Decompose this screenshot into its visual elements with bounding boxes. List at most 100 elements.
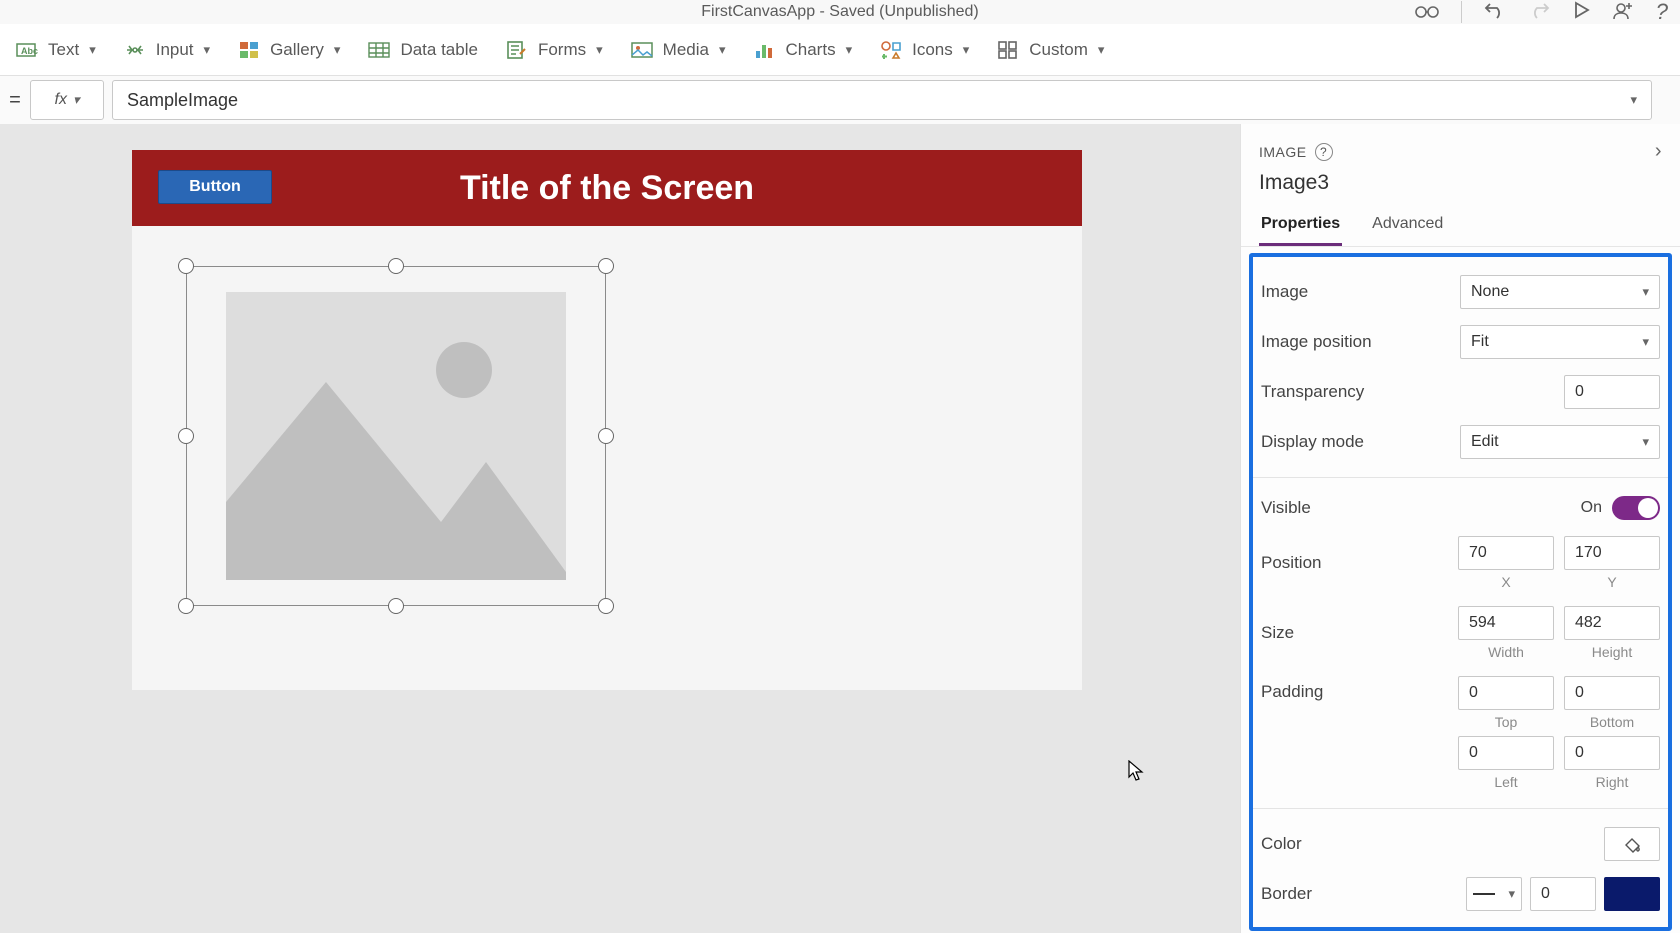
ribbon-custom[interactable]: Custom▾ (997, 40, 1104, 60)
formula-equals: = (0, 89, 30, 112)
control-name: Image3 (1241, 163, 1680, 207)
help-icon[interactable]: ? (1656, 0, 1668, 25)
prop-position-label: Position (1261, 553, 1458, 573)
ribbon-charts[interactable]: Charts▾ (754, 40, 853, 60)
chevron-down-icon: ▾ (963, 42, 970, 58)
ribbon-text[interactable]: Abc Text▾ (16, 40, 96, 60)
prop-image-position-label: Image position (1261, 332, 1460, 352)
resize-handle[interactable] (598, 428, 614, 444)
prop-position-y-input[interactable]: 170 (1564, 536, 1660, 570)
chevron-down-icon: ▾ (1642, 434, 1649, 450)
prop-visible-state: On (1581, 499, 1602, 517)
selected-image[interactable] (186, 266, 606, 606)
ribbon-gallery[interactable]: Gallery▾ (238, 40, 340, 60)
formula-input[interactable]: SampleImage ▾ (112, 80, 1652, 120)
tab-properties[interactable]: Properties (1259, 207, 1342, 246)
gallery-icon (238, 40, 260, 60)
charts-icon (754, 40, 776, 60)
prop-display-mode-label: Display mode (1261, 432, 1460, 452)
chevron-down-icon: ▾ (73, 92, 80, 108)
glasses-icon[interactable] (1415, 1, 1439, 24)
canvas-header: Button Title of the Screen (132, 150, 1082, 226)
resize-handle[interactable] (178, 598, 194, 614)
ribbon-datatable[interactable]: Data table (368, 40, 478, 60)
ribbon-media[interactable]: Media▾ (631, 40, 726, 60)
prop-transparency-label: Transparency (1261, 382, 1564, 402)
resize-handle[interactable] (598, 598, 614, 614)
titlebar-actions: ? (1415, 0, 1668, 24)
ribbon-forms[interactable]: Forms▾ (506, 40, 603, 60)
properties-list: Image None▾ Image position Fit▾ Transpar… (1249, 253, 1672, 931)
chevron-down-icon: ▾ (204, 42, 211, 58)
chevron-down-icon: ▾ (596, 42, 603, 58)
prop-image-label: Image (1261, 282, 1460, 302)
prop-color-label: Color (1261, 834, 1604, 854)
input-icon (124, 40, 146, 60)
prop-visible-toggle[interactable] (1612, 496, 1660, 520)
chevron-down-icon: ▾ (89, 42, 96, 58)
undo-icon[interactable] (1484, 1, 1506, 24)
chevron-down-icon: ▾ (719, 42, 726, 58)
cursor-icon (1128, 760, 1146, 782)
chevron-down-icon: ▾ (1642, 334, 1649, 350)
tab-advanced[interactable]: Advanced (1370, 207, 1445, 246)
prop-padding-bottom-input[interactable]: 0 (1564, 676, 1660, 710)
resize-handle[interactable] (388, 598, 404, 614)
prop-image-select[interactable]: None▾ (1460, 275, 1660, 309)
prop-transparency-input[interactable]: 0 (1564, 375, 1660, 409)
ribbon-input[interactable]: Input▾ (124, 40, 210, 60)
chevron-right-icon[interactable]: › (1655, 140, 1662, 163)
chevron-down-icon: ▾ (334, 42, 341, 58)
prop-color-picker[interactable] (1604, 827, 1660, 861)
formula-bar: = fx ▾ SampleImage ▾ (0, 76, 1680, 124)
fx-dropdown[interactable]: fx ▾ (30, 80, 104, 120)
chevron-down-icon: ▾ (1508, 886, 1515, 902)
prop-padding-right-input[interactable]: 0 (1564, 736, 1660, 770)
canvas-title: Title of the Screen (132, 169, 1082, 208)
resize-handle[interactable] (178, 428, 194, 444)
chevron-down-icon: ▾ (1630, 92, 1637, 108)
canvas-area[interactable]: Button Title of the Screen (0, 124, 1240, 933)
canvas-button[interactable]: Button (158, 170, 272, 204)
insert-ribbon: Abc Text▾ Input▾ Gallery▾ Data table For… (0, 24, 1680, 76)
play-icon[interactable] (1572, 1, 1590, 24)
resize-handle[interactable] (178, 258, 194, 274)
icons-icon (880, 40, 902, 60)
prop-visible-label: Visible (1261, 498, 1581, 518)
media-icon (631, 40, 653, 60)
prop-display-mode-select[interactable]: Edit▾ (1460, 425, 1660, 459)
prop-position-x-input[interactable]: 70 (1458, 536, 1554, 570)
prop-size-label: Size (1261, 623, 1458, 643)
prop-size-height-input[interactable]: 482 (1564, 606, 1660, 640)
text-icon: Abc (16, 40, 38, 60)
prop-padding-top-input[interactable]: 0 (1458, 676, 1554, 710)
chevron-down-icon: ▾ (1098, 42, 1105, 58)
redo-icon[interactable] (1528, 1, 1550, 24)
prop-border-label: Border (1261, 884, 1466, 904)
datatable-icon (368, 40, 390, 60)
share-icon[interactable] (1612, 0, 1634, 25)
app-title: FirstCanvasApp - Saved (Unpublished) (701, 3, 978, 21)
properties-panel: IMAGE ? › Image3 Properties Advanced Ima… (1240, 124, 1680, 933)
prop-border-width-input[interactable]: 0 (1530, 877, 1596, 911)
resize-handle[interactable] (598, 258, 614, 274)
prop-border-style-select[interactable]: ▾ (1466, 877, 1522, 911)
help-icon[interactable]: ? (1315, 143, 1333, 161)
panel-section: IMAGE (1259, 144, 1307, 160)
chevron-down-icon: ▾ (1642, 284, 1649, 300)
prop-image-position-select[interactable]: Fit▾ (1460, 325, 1660, 359)
ribbon-icons[interactable]: Icons▾ (880, 40, 969, 60)
custom-icon (997, 40, 1019, 60)
chevron-down-icon: ▾ (846, 42, 853, 58)
svg-text:Abc: Abc (21, 46, 38, 56)
resize-handle[interactable] (388, 258, 404, 274)
prop-padding-left-input[interactable]: 0 (1458, 736, 1554, 770)
paint-bucket-icon (1622, 834, 1642, 854)
titlebar: FirstCanvasApp - Saved (Unpublished) ? (0, 0, 1680, 24)
prop-size-width-input[interactable]: 594 (1458, 606, 1554, 640)
prop-border-color-swatch[interactable] (1604, 877, 1660, 911)
panel-tabs: Properties Advanced (1241, 207, 1680, 247)
canvas-screen[interactable]: Button Title of the Screen (132, 150, 1082, 690)
forms-icon (506, 40, 528, 60)
divider (1461, 1, 1462, 23)
